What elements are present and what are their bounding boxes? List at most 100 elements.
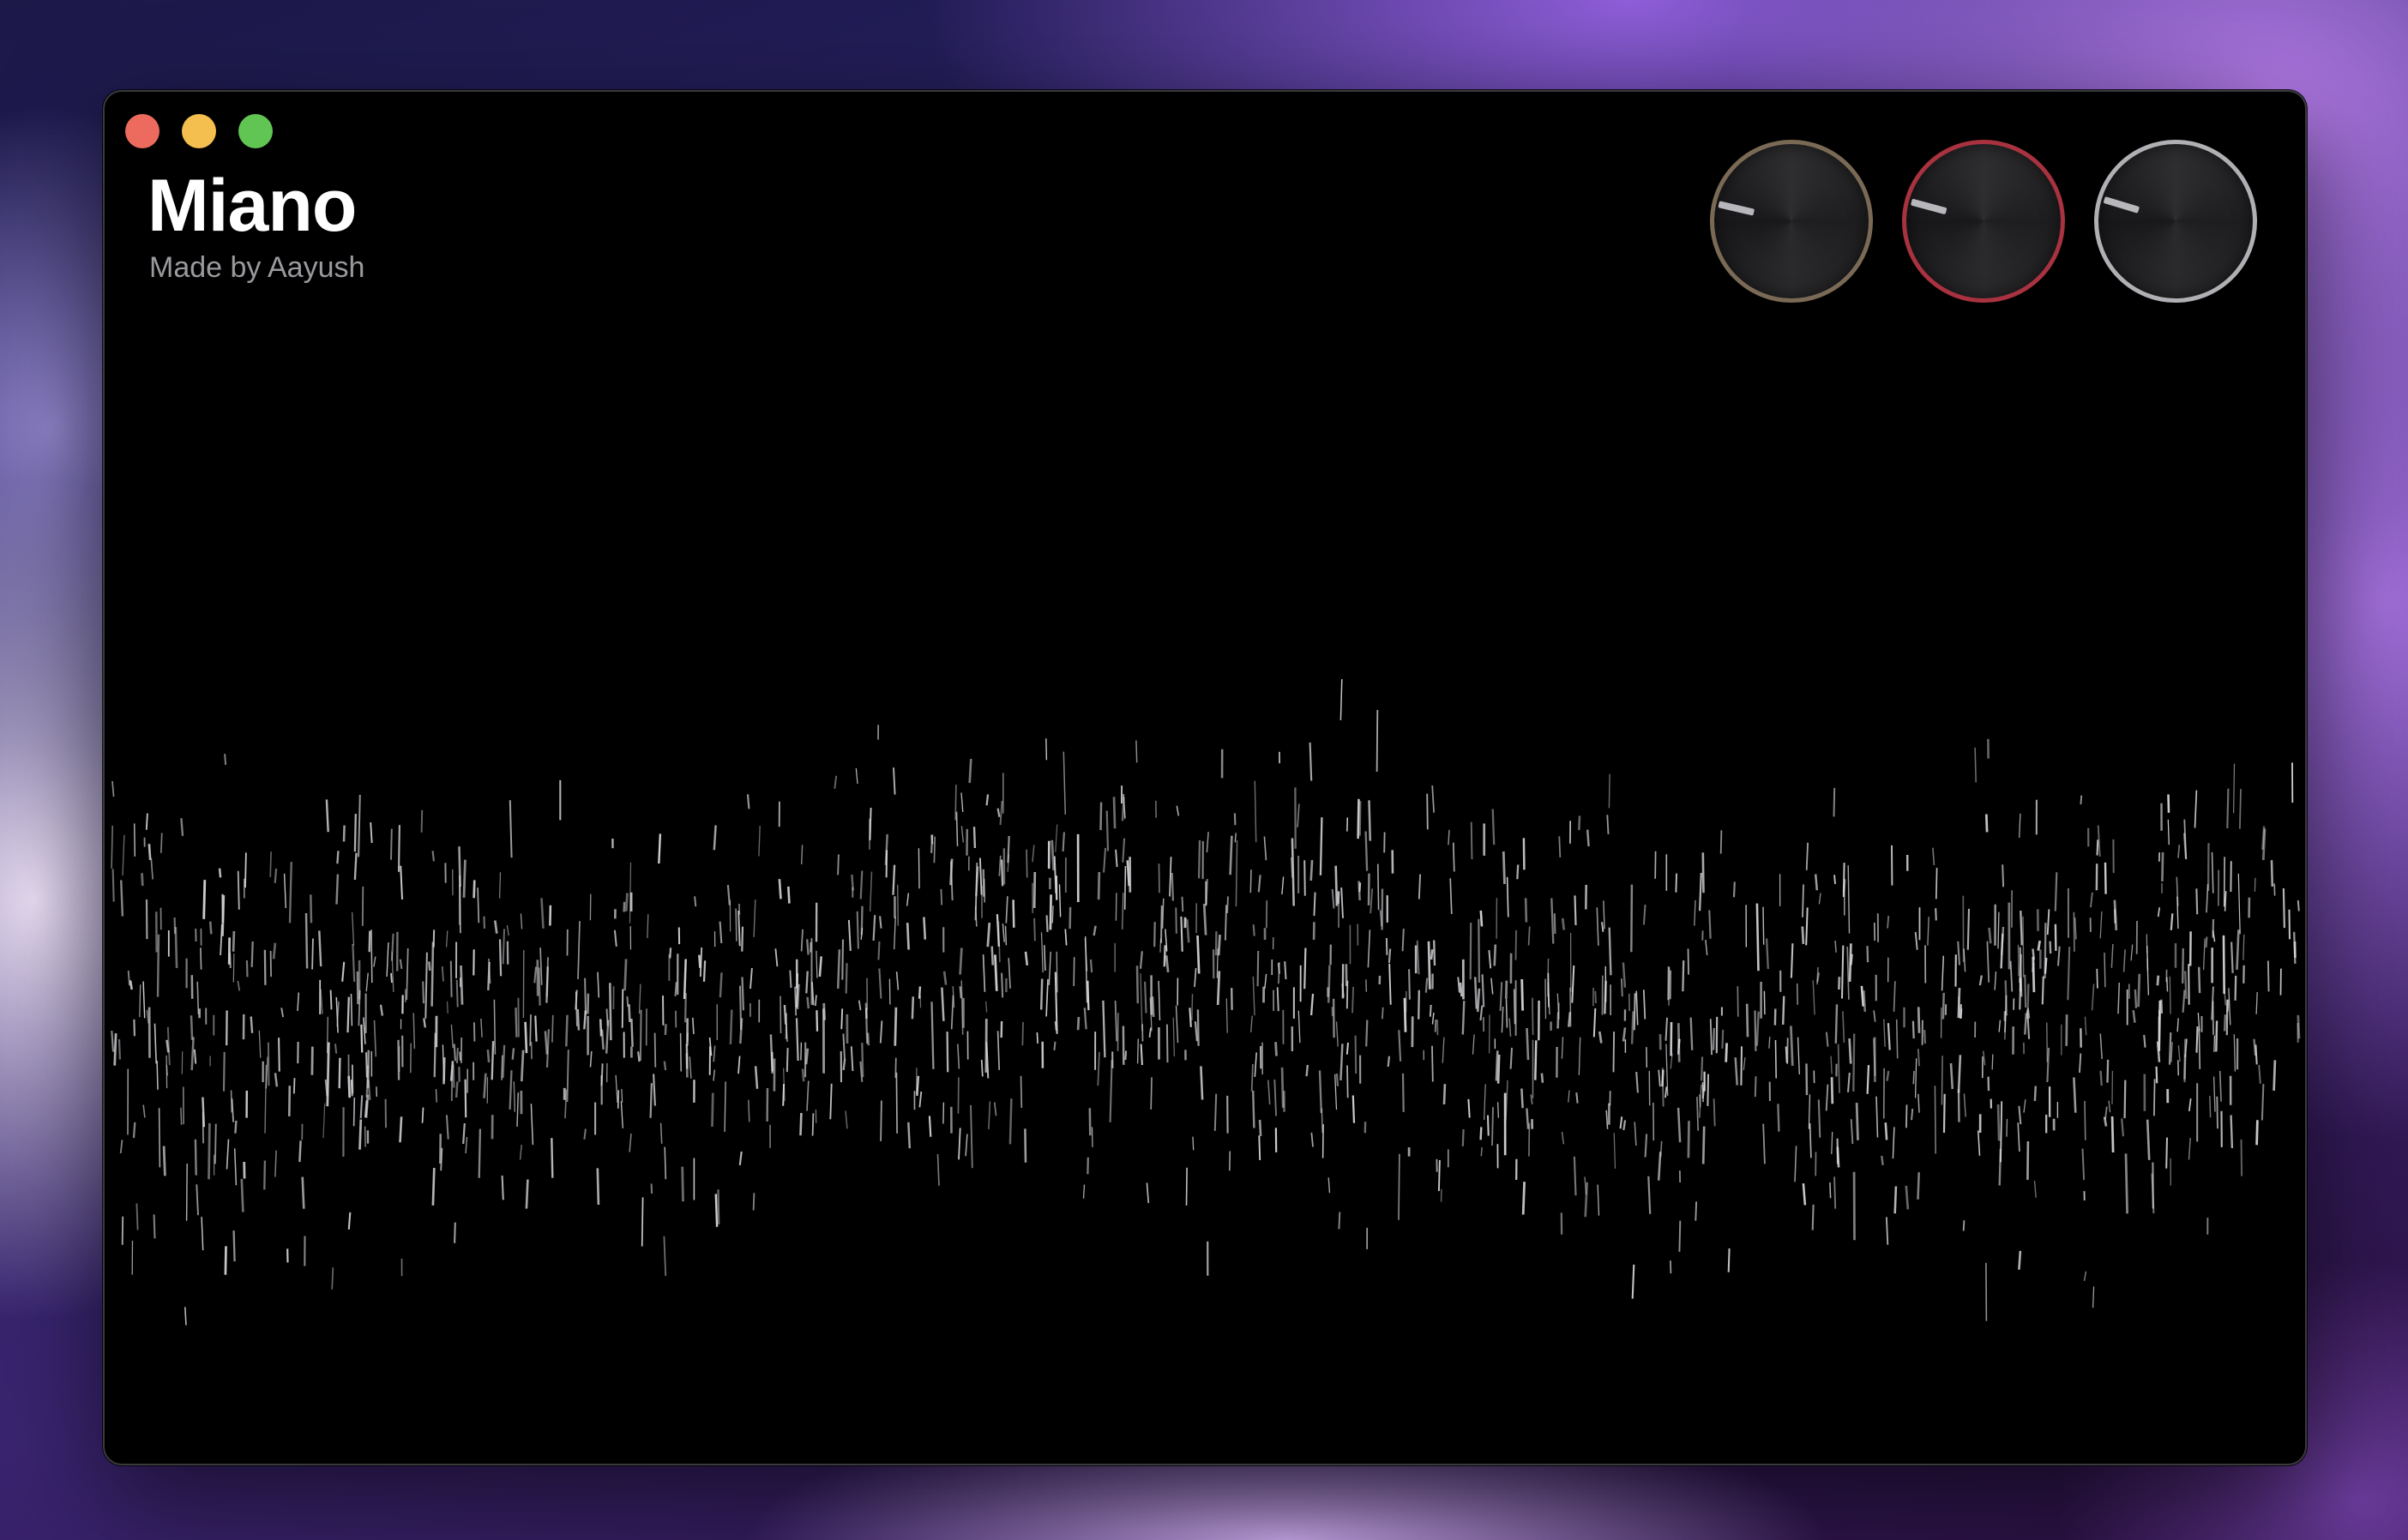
visualizer-stroke	[283, 873, 286, 909]
visualizer-stroke	[1677, 1107, 1682, 1143]
visualizer-stroke	[834, 775, 838, 789]
visualizer-stroke	[1829, 1182, 1832, 1199]
visualizer-stroke	[551, 1138, 554, 1178]
visualizer-stroke	[1049, 894, 1052, 930]
visualizer-stroke	[240, 1178, 244, 1212]
visualizer-stroke	[269, 950, 272, 978]
visualizer-stroke	[1678, 1220, 1682, 1252]
visualizer-stroke	[2084, 1100, 2086, 1140]
visualizer-stroke	[1076, 1017, 1081, 1031]
visualizer-stroke	[906, 923, 910, 950]
visualizer-stroke	[1252, 1090, 1255, 1128]
visualizer-stroke	[993, 1102, 997, 1116]
visualizer-stroke	[549, 905, 552, 926]
visualizer-stroke	[1403, 997, 1407, 1032]
visualizer-stroke	[1200, 1066, 1204, 1100]
visualizer-stroke	[1367, 929, 1371, 968]
visualizer-stroke	[1957, 1055, 1962, 1093]
visualizer-stroke	[842, 1033, 846, 1060]
visualizer-stroke	[1852, 1033, 1856, 1092]
visualizer-stroke	[1790, 1026, 1794, 1066]
visualizer-stroke	[480, 1018, 483, 1038]
visualizer-stroke	[1550, 898, 1555, 944]
visualizer-stroke	[641, 1197, 644, 1247]
visualizer-stroke	[1401, 929, 1405, 952]
visualizer-stroke	[959, 986, 962, 999]
knob-1[interactable]	[1710, 140, 1873, 303]
visualizer-stroke	[1258, 1119, 1262, 1136]
visualizer-stroke	[2097, 825, 2101, 857]
visualizer-stroke	[620, 1101, 623, 1128]
visualizer-stroke	[1805, 1063, 1809, 1096]
visualizer-stroke	[2182, 990, 2186, 1013]
visualizer-stroke	[739, 1018, 743, 1044]
visualizer-stroke	[478, 1128, 482, 1178]
visualizer-stroke	[959, 947, 963, 975]
visualizer-stroke	[587, 993, 590, 1014]
visualizer-stroke	[156, 1061, 159, 1090]
visualizer-stroke	[1321, 1124, 1324, 1158]
visualizer-stroke	[1635, 990, 1639, 1026]
visualizer-stroke	[358, 794, 361, 857]
visualizer-stroke	[529, 1014, 532, 1046]
visualizer-stroke	[1345, 980, 1349, 1009]
visualizer-stroke	[880, 1100, 882, 1141]
visualizer-stroke	[2202, 938, 2206, 971]
visualizer-stroke	[637, 1051, 641, 1062]
visualizer-stroke	[336, 851, 340, 864]
visualizer-stroke	[342, 825, 346, 842]
visualizer-stroke	[1912, 1070, 1915, 1085]
visualizer-stroke	[318, 930, 322, 967]
visualizer-stroke	[2044, 957, 2048, 974]
visualizer-stroke	[936, 1153, 940, 1186]
knob-indicator	[1713, 202, 1791, 221]
visualizer-stroke	[1387, 1056, 1391, 1068]
visualizer-stroke	[1985, 1262, 1988, 1321]
knob-3[interactable]	[2094, 140, 2257, 303]
visualizer-stroke	[1578, 1037, 1581, 1075]
visualizer-stroke	[2213, 1035, 2215, 1053]
visualizer-stroke	[234, 1120, 238, 1134]
visualizer-stroke	[864, 1002, 869, 1044]
visualizer-stroke	[422, 981, 425, 1004]
visualizer-stroke	[1893, 981, 1896, 1012]
visualizer-stroke	[974, 862, 978, 921]
visualizer-stroke	[600, 1029, 605, 1050]
visualizer-stroke	[435, 1089, 437, 1103]
visualizer-stroke	[894, 1007, 898, 1046]
visualizer-stroke	[1334, 865, 1339, 906]
visualizer-stroke	[1185, 1167, 1188, 1206]
visualizer-stroke	[2113, 899, 2118, 930]
visualizer-stroke	[498, 939, 503, 977]
visualizer-stroke	[933, 836, 936, 863]
visualizer-stroke	[702, 960, 707, 982]
visualizer-stroke	[1135, 966, 1140, 1004]
visualizer-stroke	[423, 1018, 426, 1028]
visualizer-stroke	[1777, 1104, 1780, 1132]
visualizer-stroke	[1225, 998, 1228, 1033]
visualizer-stroke	[214, 1123, 217, 1164]
visualizer-stroke	[465, 1136, 468, 1154]
visualizer-stroke	[996, 1031, 1001, 1070]
visualizer-stroke	[1755, 903, 1760, 972]
visualizer-stroke	[1039, 978, 1044, 1010]
visualizer-stroke	[1631, 1264, 1635, 1299]
visualizer-stroke	[1833, 787, 1836, 817]
visualizer-stroke	[274, 868, 278, 883]
knob-indicator	[1905, 200, 1984, 221]
visualizer-stroke	[800, 845, 804, 865]
visualizer-stroke	[1491, 1107, 1494, 1146]
visualizer-stroke	[2205, 936, 2208, 948]
visualizer-stroke	[352, 1097, 356, 1127]
visualizer-stroke	[2176, 1018, 2179, 1032]
visualizer-stroke	[2104, 1106, 2108, 1120]
knob-2[interactable]	[1902, 140, 2065, 303]
visualizer-stroke	[1881, 1155, 1884, 1165]
visualizer-stroke	[278, 1038, 280, 1072]
visualizer-stroke	[1115, 893, 1117, 921]
visualizer-stroke	[298, 1140, 302, 1163]
visualizer-stroke	[1089, 959, 1093, 973]
visualizer-stroke	[509, 1070, 513, 1110]
visualizer-stroke	[719, 921, 723, 944]
visualizer-stroke	[534, 1015, 538, 1042]
